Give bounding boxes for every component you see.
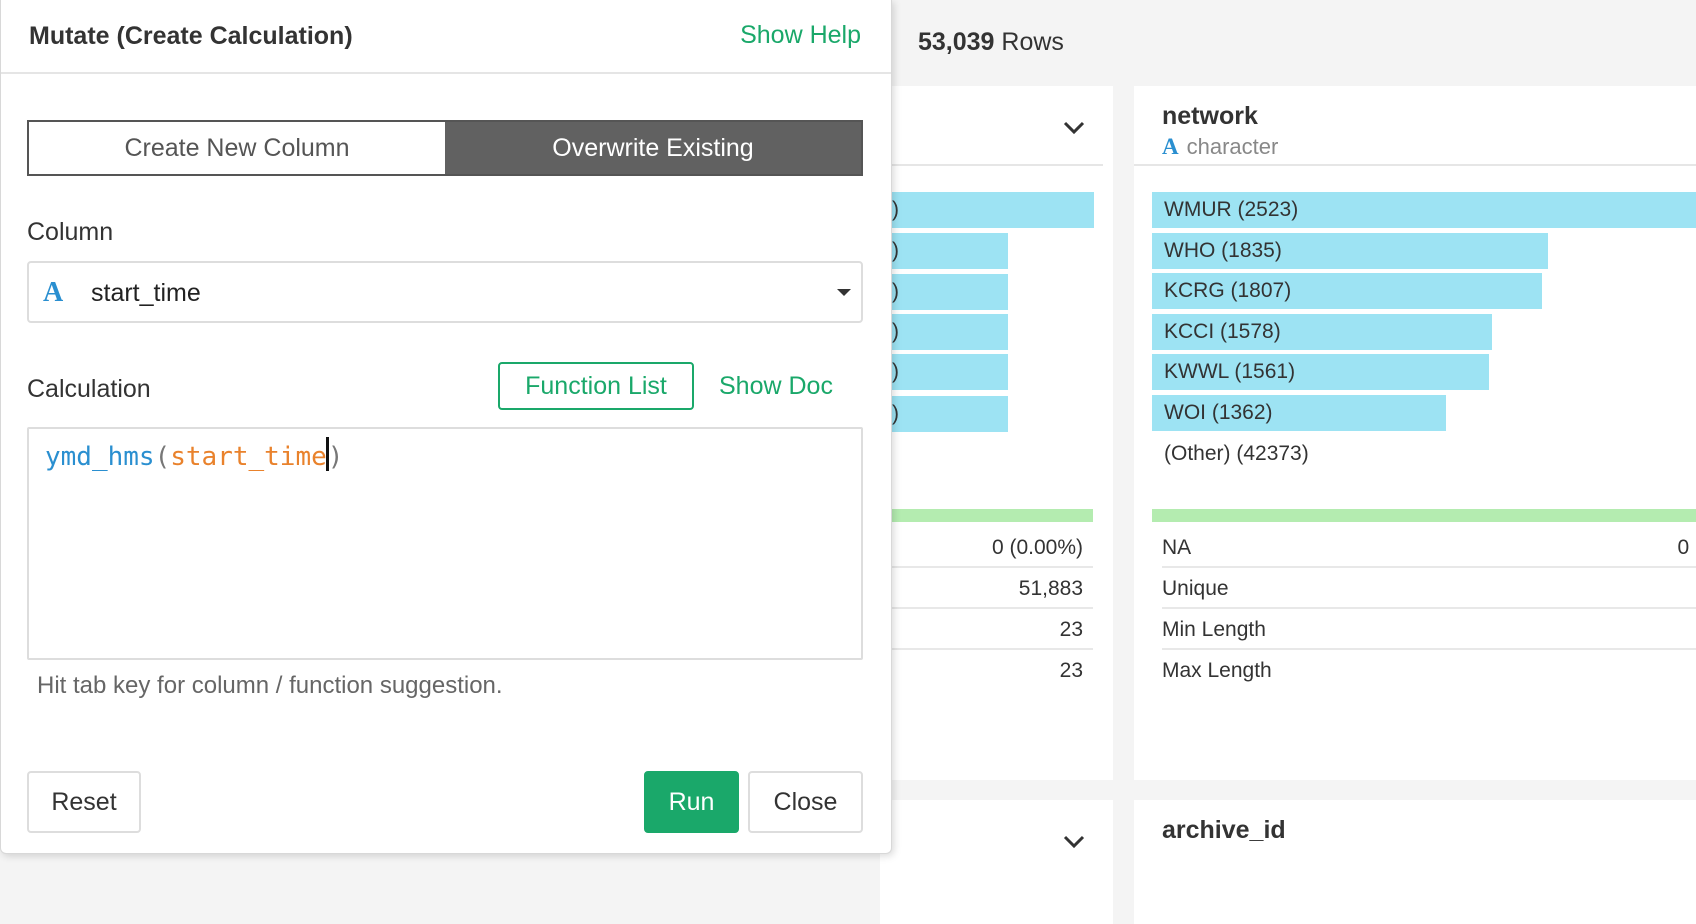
calculation-editor[interactable]: ymd_hms(start_time) xyxy=(27,427,863,660)
bar[interactable]: KCRG (1807) xyxy=(1152,273,1542,309)
bar[interactable]: KCCI (1578) xyxy=(1152,314,1492,350)
reset-button[interactable]: Reset xyxy=(27,771,141,833)
code-function: ymd_hms xyxy=(45,442,155,472)
rows-count: 53,039 Rows xyxy=(918,28,1064,57)
code-argument: start_time xyxy=(170,442,327,472)
bar[interactable]: ) xyxy=(880,274,1008,310)
run-button[interactable]: Run xyxy=(644,771,739,833)
column-card-archive-id: archive_id xyxy=(1134,800,1696,924)
bar[interactable]: ) xyxy=(880,192,1094,228)
bar-label: KCCI (1578) xyxy=(1164,320,1281,343)
column-card-network: network Acharacter WMUR (2523) WHO (1835)… xyxy=(1134,86,1696,780)
na-ratio-bar xyxy=(1152,509,1696,522)
stat-row: 0 (0.00%) xyxy=(880,528,1093,568)
stat-row: NA0 ( xyxy=(1162,528,1696,568)
rows-count-label: Rows xyxy=(1001,28,1064,56)
bar-label: WOI (1362) xyxy=(1164,401,1273,424)
mutate-dialog: Mutate (Create Calculation) Show Help Cr… xyxy=(0,0,892,854)
caret-down-icon xyxy=(837,289,851,296)
character-type-icon: A xyxy=(1162,134,1179,159)
column-card-hidden: ) ) ) ) ) ) 0 (0.00%) 51,883 23 23 xyxy=(880,86,1113,780)
column-select[interactable]: A start_time xyxy=(27,261,863,323)
bar-label: KWWL (1561) xyxy=(1164,360,1296,383)
show-help-link[interactable]: Show Help xyxy=(740,21,861,50)
other-label: (Other) (42373) xyxy=(1164,442,1309,465)
stat-row: Unique xyxy=(1162,569,1696,609)
calculation-label: Calculation xyxy=(27,375,151,403)
code-paren: ( xyxy=(154,442,171,472)
column-select-value: start_time xyxy=(91,279,201,307)
stat-row: 51,883 xyxy=(880,569,1093,609)
column-name[interactable]: archive_id xyxy=(1162,816,1286,845)
bar[interactable]: ) xyxy=(880,354,1008,390)
bar[interactable]: WMUR (2523) xyxy=(1152,192,1696,228)
function-list-button[interactable]: Function List xyxy=(498,362,694,410)
column-label: Column xyxy=(27,218,114,246)
editor-hint: Hit tab key for column / function sugges… xyxy=(37,672,503,699)
bar-label: WHO (1835) xyxy=(1164,239,1282,262)
bar-label: WMUR (2523) xyxy=(1164,198,1299,221)
bar-label: KCRG (1807) xyxy=(1164,279,1292,302)
bar[interactable]: ) xyxy=(880,314,1008,350)
dialog-title: Mutate (Create Calculation) xyxy=(29,22,353,50)
stat-row: Min Length xyxy=(1162,610,1696,650)
bar[interactable]: WOI (1362) xyxy=(1152,395,1446,431)
tab-overwrite-existing[interactable]: Overwrite Existing xyxy=(445,122,861,174)
column-name[interactable]: network xyxy=(1162,102,1258,131)
chevron-down-icon[interactable] xyxy=(1062,116,1086,142)
bar[interactable]: WHO (1835) xyxy=(1152,233,1548,269)
close-button[interactable]: Close xyxy=(748,771,863,833)
stat-row: Max Length xyxy=(1162,659,1272,682)
tab-create-new-column[interactable]: Create New Column xyxy=(29,122,445,174)
column-type: Acharacter xyxy=(1162,134,1279,159)
show-doc-link[interactable]: Show Doc xyxy=(719,372,833,401)
stat-row: 23 xyxy=(1059,659,1083,682)
chevron-down-icon[interactable] xyxy=(1062,830,1086,856)
mode-toggle: Create New Column Overwrite Existing xyxy=(27,120,863,176)
column-card-hidden-2 xyxy=(880,800,1113,924)
bar[interactable]: ) xyxy=(880,233,1008,269)
character-type-icon: A xyxy=(43,277,64,308)
bar[interactable]: ) xyxy=(880,396,1008,432)
stat-row: 23 xyxy=(880,610,1093,650)
code-paren: ) xyxy=(327,442,344,472)
na-ratio-bar xyxy=(880,509,1093,522)
bar[interactable]: KWWL (1561) xyxy=(1152,354,1489,390)
rows-count-value: 53,039 xyxy=(918,28,995,56)
